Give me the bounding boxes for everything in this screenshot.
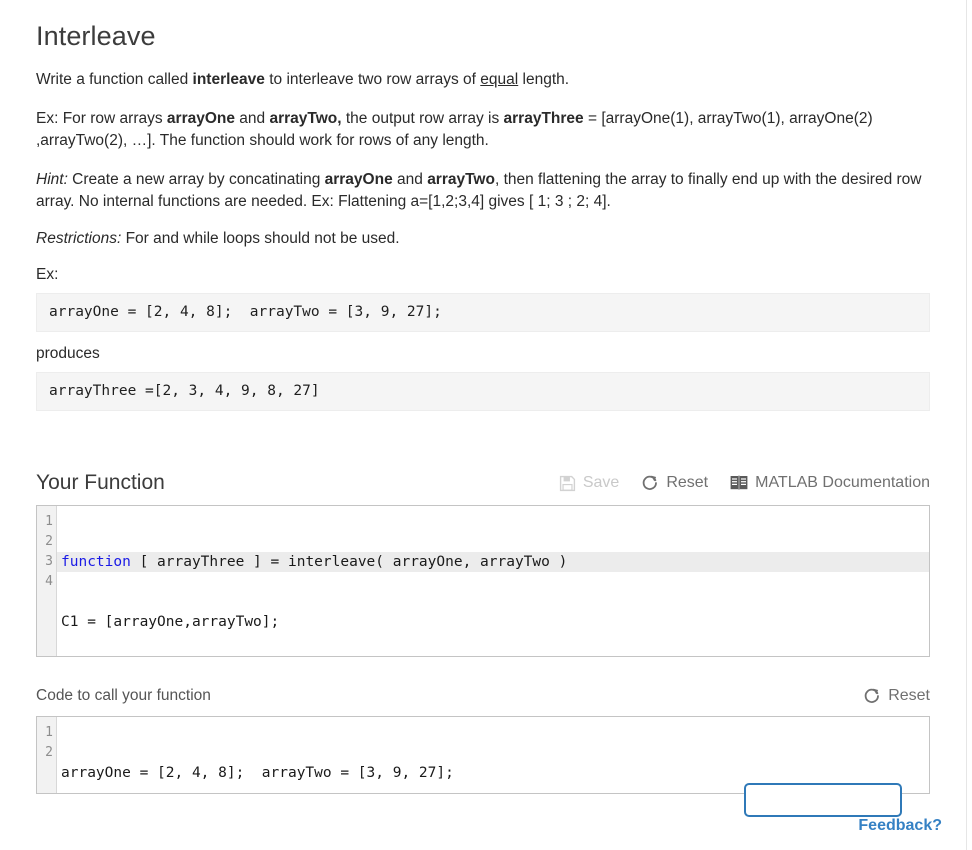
- editor-toolbar: Save Reset: [559, 474, 930, 494]
- prompt-paragraph-example: Ex: For row arrays arrayOne and arrayTwo…: [36, 108, 930, 152]
- ex-bold-arraythree: arrayThree: [504, 110, 584, 127]
- hint-bold-arrayone: arrayOne: [325, 171, 393, 188]
- call-section-header: Code to call your function Reset: [36, 687, 930, 705]
- function-code-text[interactable]: function [ arrayThree ] = interleave( ar…: [57, 506, 929, 656]
- reset-function-label: Reset: [666, 475, 708, 491]
- function-editor-gutter: 1 2 3 4: [37, 506, 57, 656]
- line-number: 2: [37, 532, 53, 552]
- reset-refresh-icon: [641, 474, 659, 492]
- prompt-1-post: length.: [518, 71, 569, 88]
- hint-pre: Create a new array by concatinating: [68, 171, 325, 188]
- prompt-1-underline-equal: equal: [480, 71, 518, 88]
- hint-label: Hint:: [36, 171, 68, 188]
- code-line-1: function [ arrayThree ] = interleave( ar…: [57, 552, 929, 572]
- feedback-link[interactable]: Feedback?: [858, 817, 942, 835]
- function-code-editor[interactable]: 1 2 3 4 function [ arrayThree ] = interl…: [36, 505, 930, 657]
- line-number: 2: [37, 743, 53, 763]
- call-section-title: Code to call your function: [36, 687, 211, 705]
- line-number: 3: [37, 552, 53, 572]
- your-function-title: Your Function: [36, 471, 165, 494]
- save-floppy-icon: [559, 475, 576, 492]
- exercise-page: Interleave Write a function called inter…: [0, 0, 966, 850]
- example-output-code: arrayThree =[2, 3, 4, 9, 8, 27]: [36, 372, 930, 411]
- code-line-2: C1 = [arrayOne,arrayTwo];: [57, 612, 929, 632]
- reset-call-label: Reset: [888, 688, 930, 704]
- reset-refresh-icon: [863, 687, 881, 705]
- line-number: 1: [37, 723, 53, 743]
- prompt-paragraph-hint: Hint: Create a new array by concatinatin…: [36, 169, 930, 213]
- restrictions-label: Restrictions:: [36, 230, 121, 247]
- line-number: 1: [37, 512, 53, 532]
- prompt-paragraph-1: Write a function called interleave to in…: [36, 69, 930, 91]
- example-input-code: arrayOne = [2, 4, 8]; arrayTwo = [3, 9, …: [36, 293, 930, 332]
- save-label: Save: [583, 475, 619, 491]
- matlab-documentation-button[interactable]: MATLAB Documentation: [730, 475, 930, 491]
- ex-mid-1: and: [235, 110, 269, 127]
- ex-bold-arraytwo: arrayTwo,: [269, 110, 341, 127]
- keyword-function: function: [61, 554, 131, 570]
- ex-bold-arrayone: arrayOne: [167, 110, 235, 127]
- prompt-1-bold-interleave: interleave: [193, 71, 265, 88]
- hint-bold-arraytwo: arrayTwo: [427, 171, 495, 188]
- prompt-1-pre: Write a function called: [36, 71, 193, 88]
- book-icon: [730, 475, 748, 491]
- ex-mid-2: the output row array is: [342, 110, 504, 127]
- ex-label: Ex:: [36, 266, 930, 284]
- prompt-1-mid: to interleave two row arrays of: [265, 71, 480, 88]
- call-code-line-1: arrayOne = [2, 4, 8]; arrayTwo = [3, 9, …: [57, 763, 929, 783]
- hint-mid: and: [393, 171, 427, 188]
- run-button[interactable]: [744, 783, 902, 817]
- page-title: Interleave: [36, 20, 930, 52]
- your-function-header: Your Function Save: [36, 471, 930, 494]
- code-line-1-rest: [ arrayThree ] = interleave( arrayOne, a…: [131, 554, 568, 570]
- restrictions-text: For and while loops should not be used.: [121, 230, 399, 247]
- call-code-text[interactable]: arrayOne = [2, 4, 8]; arrayTwo = [3, 9, …: [57, 717, 929, 793]
- line-number: 4: [37, 572, 53, 592]
- reset-function-button[interactable]: Reset: [641, 474, 708, 492]
- call-editor-gutter: 1 2: [37, 717, 57, 793]
- matlab-documentation-label: MATLAB Documentation: [755, 475, 930, 491]
- save-button[interactable]: Save: [559, 475, 619, 492]
- page-right-divider: [966, 0, 967, 850]
- prompt-paragraph-restrictions: Restrictions: For and while loops should…: [36, 228, 930, 250]
- reset-call-button[interactable]: Reset: [863, 687, 930, 705]
- produces-label: produces: [36, 345, 930, 363]
- ex-pre: Ex: For row arrays: [36, 110, 167, 127]
